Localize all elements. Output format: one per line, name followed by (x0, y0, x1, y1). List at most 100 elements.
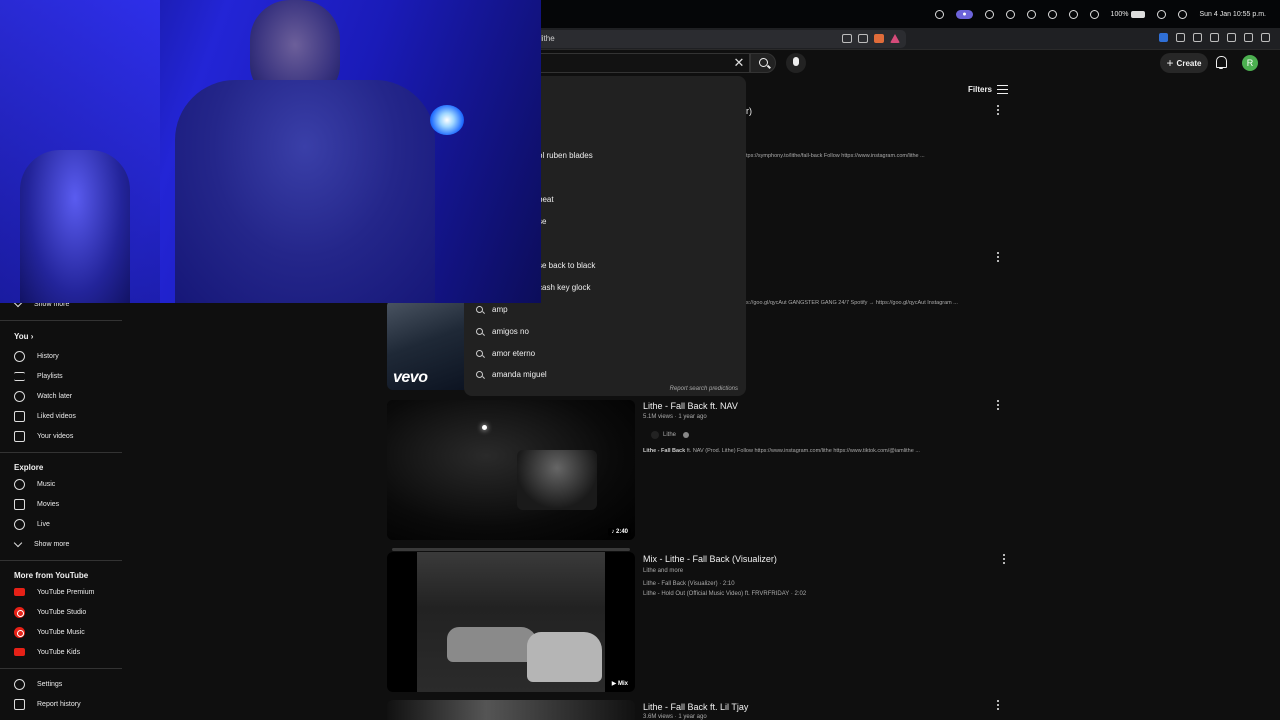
sidebar-item-show-more[interactable]: Show more (14, 537, 69, 551)
siri-icon[interactable] (1157, 9, 1167, 19)
search-icon (759, 58, 768, 67)
playlist-icon (14, 371, 25, 381)
more-actions-icon[interactable] (1002, 554, 1005, 564)
thumbnail-figure (517, 450, 597, 510)
result-title[interactable]: r) (746, 106, 752, 116)
sidebar-item-label: Liked videos (37, 412, 76, 420)
sidebar-item-label: Live (37, 520, 50, 528)
search-icon (476, 305, 483, 313)
focus-icon[interactable] (1005, 9, 1015, 19)
mix-stack-edge (392, 548, 630, 551)
result-description: tps://symphony.to/lithe/fall-back Follow… (746, 153, 925, 159)
sidebar-item-label: YouTube Kids (37, 648, 81, 656)
sidebar-item-youtube-premium[interactable]: YouTube Premium (14, 585, 94, 599)
sidebar-item-playlists[interactable]: Playlists (14, 369, 63, 383)
menu-icon[interactable] (1261, 33, 1270, 42)
avatar[interactable]: R (1242, 55, 1258, 71)
result-title[interactable]: Lithe - Fall Back ft. Lil Tjay (643, 702, 748, 712)
rewards-icon[interactable] (890, 34, 900, 43)
screen-record-indicator[interactable]: ● (956, 9, 973, 19)
voice-search-button[interactable] (786, 53, 806, 73)
shield-icon[interactable] (874, 34, 884, 43)
menu-clock[interactable]: Sun 4 Jan 10:55 p.m. (1199, 11, 1266, 18)
suggestion-item[interactable]: amp (476, 302, 508, 316)
result-title[interactable]: Mix - Lithe - Fall Back (Visualizer) (643, 554, 777, 564)
suggestion-item[interactable]: amor eterno (476, 346, 535, 360)
control-center-icon[interactable] (1178, 9, 1188, 19)
channel-name: Lithe (663, 432, 677, 438)
thumbnail-image (387, 400, 635, 540)
live-icon (14, 518, 25, 530)
mix-track[interactable]: Lithe - Hold Out (Official Music Video) … (643, 591, 806, 597)
more-actions-icon[interactable] (996, 252, 999, 262)
street-light (482, 425, 487, 430)
channel-avatar (651, 431, 659, 439)
more-from-youtube-heading: More from YouTube (14, 571, 89, 580)
sidebar-item-your-videos[interactable]: Your videos (14, 429, 73, 443)
sidebar-item-history[interactable]: History (14, 349, 59, 363)
report-predictions-link[interactable]: Report search predictions (670, 386, 738, 392)
channel-row[interactable]: Lithe (651, 431, 690, 439)
sidebar-item-liked-videos[interactable]: Liked videos (14, 409, 76, 423)
sidebar-item-settings[interactable]: Settings (14, 677, 62, 691)
webcam-torso (175, 80, 435, 303)
status-icon[interactable] (935, 9, 945, 19)
sidebar-item-label: YouTube Music (37, 628, 85, 636)
ai-icon[interactable] (1227, 33, 1236, 42)
music-icon[interactable] (1210, 33, 1219, 42)
result-title[interactable]: Lithe - Fall Back ft. NAV (643, 401, 738, 411)
explore-heading: Explore (14, 463, 44, 472)
mix-track[interactable]: Lithe - Fall Back (Visualizer) · 2:10 (643, 581, 735, 587)
result-meta: 5.1M views · 1 year ago (643, 414, 707, 420)
more-actions-icon[interactable] (996, 700, 999, 710)
sidebar-item-watch-later[interactable]: Watch later (14, 389, 72, 403)
bookmark-icon[interactable] (858, 34, 868, 43)
result-description: Lithe - Fall Back ft. NAV (Prod. Lithe) … (643, 448, 920, 454)
suggestion-item[interactable]: ol ruben blades (538, 148, 593, 162)
filters-button[interactable]: Filters (968, 85, 1009, 94)
video-thumbnail[interactable]: ♪ 2:40 (387, 400, 635, 540)
duration-badge: ♪ 2:40 (608, 528, 631, 536)
extension-icon[interactable] (1159, 33, 1168, 42)
webcam-overlay[interactable] (0, 0, 541, 303)
cast-icon[interactable] (842, 34, 852, 43)
sidebar-item-label: Show more (34, 540, 70, 548)
suggestion-item[interactable]: cash key glock (538, 280, 590, 294)
sidebar-item-report-history[interactable]: Report history (14, 697, 81, 711)
you-heading[interactable]: You › (14, 332, 33, 341)
divider (0, 668, 122, 669)
sync-icon[interactable] (1047, 9, 1057, 19)
suggestion-item[interactable]: amigos no (476, 324, 529, 338)
puzzle-icon[interactable] (1176, 33, 1185, 42)
youtube-kids-icon (14, 648, 25, 656)
wifi-icon[interactable] (1089, 9, 1099, 19)
search-button[interactable] (750, 53, 776, 73)
suggestion-item[interactable]: se back to black (538, 258, 595, 272)
create-button[interactable]: + Create (1160, 53, 1208, 73)
sidebar-item-music[interactable]: Music (14, 477, 55, 491)
divider (0, 452, 122, 453)
suggestion-item[interactable]: amanda miguel (476, 367, 547, 381)
gear-icon (14, 678, 25, 690)
brightness-icon[interactable] (984, 9, 994, 19)
video-thumbnail[interactable]: ▶ Mix (387, 552, 635, 692)
sidebar-item-youtube-kids[interactable]: YouTube Kids (14, 645, 80, 659)
clear-search-button[interactable]: ✕ (731, 55, 747, 71)
history-icon (14, 350, 25, 362)
video-thumbnail[interactable] (387, 700, 635, 720)
thumbnail-car (447, 627, 537, 662)
sidebar-item-live[interactable]: Live (14, 517, 50, 531)
sidebar-item-label: Playlists (37, 372, 63, 380)
control-icon[interactable] (1026, 9, 1036, 19)
sidebar-item-movies[interactable]: Movies (14, 497, 59, 511)
sidebar-item-label: YouTube Studio (37, 608, 87, 616)
battery-indicator[interactable]: 100% (1111, 10, 1146, 18)
more-actions-icon[interactable] (996, 105, 999, 115)
vpn-icon[interactable] (1244, 33, 1253, 42)
play-icon[interactable] (1068, 9, 1078, 19)
notifications-bell-icon[interactable] (1215, 56, 1227, 69)
more-actions-icon[interactable] (996, 400, 999, 410)
sidebar-icon[interactable] (1193, 33, 1202, 42)
sidebar-item-youtube-music[interactable]: YouTube Music (14, 625, 85, 639)
sidebar-item-youtube-studio[interactable]: YouTube Studio (14, 605, 86, 619)
